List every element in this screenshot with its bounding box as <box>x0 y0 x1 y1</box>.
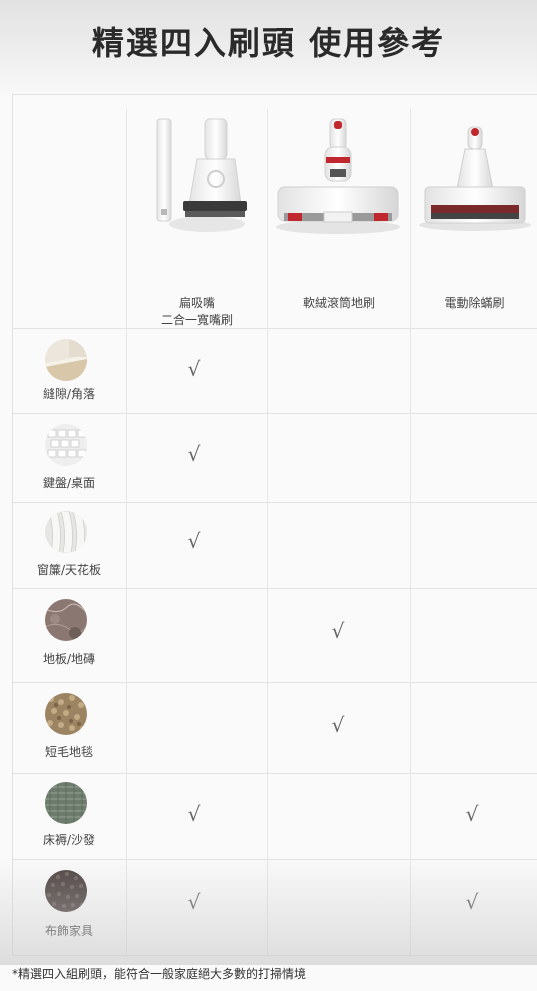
mattress-sofa-icon <box>45 782 87 824</box>
fabric-furniture-icon <box>45 870 87 912</box>
marble-floor-icon <box>45 599 87 641</box>
check-mark: √ <box>187 529 201 553</box>
row-label: 短毛地毯 <box>44 745 93 759</box>
brush-label: 軟絨滾筒地刷 <box>302 296 375 310</box>
check-mark: √ <box>331 619 345 643</box>
row-label: 鍵盤/桌面 <box>42 476 96 490</box>
corner-gap-icon <box>45 339 87 381</box>
check-mark: √ <box>465 890 479 914</box>
usage-row: 鍵盤/桌面 √ <box>13 414 537 502</box>
check-mark: √ <box>187 890 201 914</box>
usage-row: 地板/地磚 √ <box>13 589 537 682</box>
usage-table: 扁吸嘴 二合一寬嘴刷 軟絨滾筒地刷 電動除蟎刷 縫隙/角落 √ 鍵盤/桌面 √ … <box>12 94 537 956</box>
soft-roller-floor-brush-icon <box>276 118 400 234</box>
check-mark: √ <box>187 802 201 826</box>
row-label: 窗簾/天花板 <box>36 563 102 577</box>
page-title: 精選四入刷頭 使用參考 <box>91 24 446 62</box>
brush-header-crevice: 扁吸嘴 二合一寬嘴刷 <box>127 109 267 329</box>
crevice-and-wide-brush-icon <box>156 118 247 232</box>
usage-row: 床褥/沙發 √ √ <box>13 774 537 859</box>
row-label: 地板/地磚 <box>42 652 96 666</box>
check-mark: √ <box>187 442 201 466</box>
row-label: 布飾家具 <box>44 924 93 938</box>
row-label: 縫隙/角落 <box>42 387 96 401</box>
check-mark: √ <box>187 357 201 381</box>
usage-row: 縫隙/角落 √ <box>13 329 537 413</box>
check-mark: √ <box>331 713 345 737</box>
footnote: *精選四入組刷頭，能符合一般家庭絕大多數的打掃情境 <box>12 967 307 981</box>
usage-row: 短毛地毯 √ <box>13 683 537 773</box>
usage-row: 窗簾/天花板 √ <box>13 503 537 588</box>
electric-mite-brush-icon <box>419 126 531 231</box>
keyboard-icon <box>45 424 87 466</box>
row-label: 床褥/沙發 <box>42 833 96 847</box>
check-mark: √ <box>465 802 479 826</box>
curtain-icon <box>45 511 87 553</box>
brush-label: 扁吸嘴 二合一寬嘴刷 <box>160 296 233 327</box>
usage-row: 布飾家具 √ √ <box>13 860 537 954</box>
short-carpet-icon <box>45 693 87 735</box>
brush-header-roller: 軟絨滾筒地刷 <box>268 109 410 329</box>
brush-label: 電動除蟎刷 <box>444 296 505 310</box>
brush-header-mite: 電動除蟎刷 <box>411 109 537 329</box>
